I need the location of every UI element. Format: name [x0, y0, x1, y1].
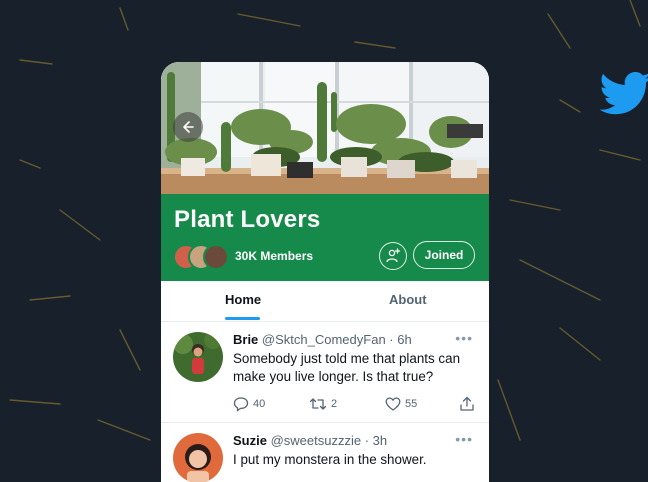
- member-avatar: [203, 244, 229, 270]
- share-icon: [460, 396, 474, 411]
- tab-about[interactable]: About: [389, 292, 427, 307]
- community-title: Plant Lovers: [174, 206, 321, 233]
- tweet[interactable]: Brie @Sktch_ComedyFan · 6h ••• Somebody …: [161, 322, 489, 423]
- joined-button[interactable]: Joined: [413, 241, 475, 269]
- reply-count: 40: [253, 398, 266, 410]
- tweet-time: · 6h: [389, 332, 412, 347]
- community-screen: Plant Lovers 30K Members Joined Home Abo…: [161, 62, 489, 482]
- add-member-button[interactable]: [379, 242, 407, 270]
- back-arrow-icon: [183, 121, 194, 133]
- tweet-text: Somebody just told me that plants can ma…: [233, 351, 461, 384]
- active-tab-indicator: [225, 317, 260, 320]
- tweet-actions: 40 2 55: [233, 396, 478, 416]
- tweet-author-handle[interactable]: @Sktch_ComedyFan: [262, 332, 386, 347]
- tweet-author-name[interactable]: Brie: [233, 332, 258, 347]
- reply-icon: [233, 397, 249, 412]
- more-icon[interactable]: •••: [455, 431, 473, 447]
- reply-button[interactable]: 40: [233, 396, 265, 412]
- tweet-header: Brie @Sktch_ComedyFan · 6h: [233, 332, 412, 347]
- share-button[interactable]: [459, 396, 475, 412]
- tweet-author-handle[interactable]: @sweetsuzzzie: [271, 433, 362, 448]
- tab-home[interactable]: Home: [225, 292, 261, 307]
- retweet-icon: [309, 398, 327, 410]
- member-avatars[interactable]: [173, 244, 233, 270]
- avatar[interactable]: [173, 332, 223, 382]
- tweet-time: · 3h: [364, 433, 388, 448]
- avatar[interactable]: [173, 433, 223, 482]
- like-count: 55: [405, 398, 418, 410]
- retweet-count: 2: [331, 398, 338, 410]
- back-button[interactable]: [173, 112, 203, 142]
- more-icon[interactable]: •••: [455, 330, 473, 346]
- member-count[interactable]: 30K Members: [235, 249, 313, 263]
- twitter-bird-icon: [600, 71, 648, 115]
- add-member-icon: [386, 248, 401, 263]
- like-button[interactable]: 55: [385, 396, 417, 412]
- tweet-text: I put my monstera in the shower.: [233, 452, 427, 467]
- community-banner-image: [161, 62, 489, 194]
- retweet-button[interactable]: 2: [309, 396, 337, 412]
- community-tabs: Home About: [161, 281, 489, 322]
- tweet-header: Suzie @sweetsuzzzie · 3h: [233, 433, 387, 448]
- tweet-author-name[interactable]: Suzie: [233, 433, 267, 448]
- tweet[interactable]: Suzie @sweetsuzzzie · 3h ••• I put my mo…: [161, 423, 489, 482]
- like-icon: [385, 397, 401, 411]
